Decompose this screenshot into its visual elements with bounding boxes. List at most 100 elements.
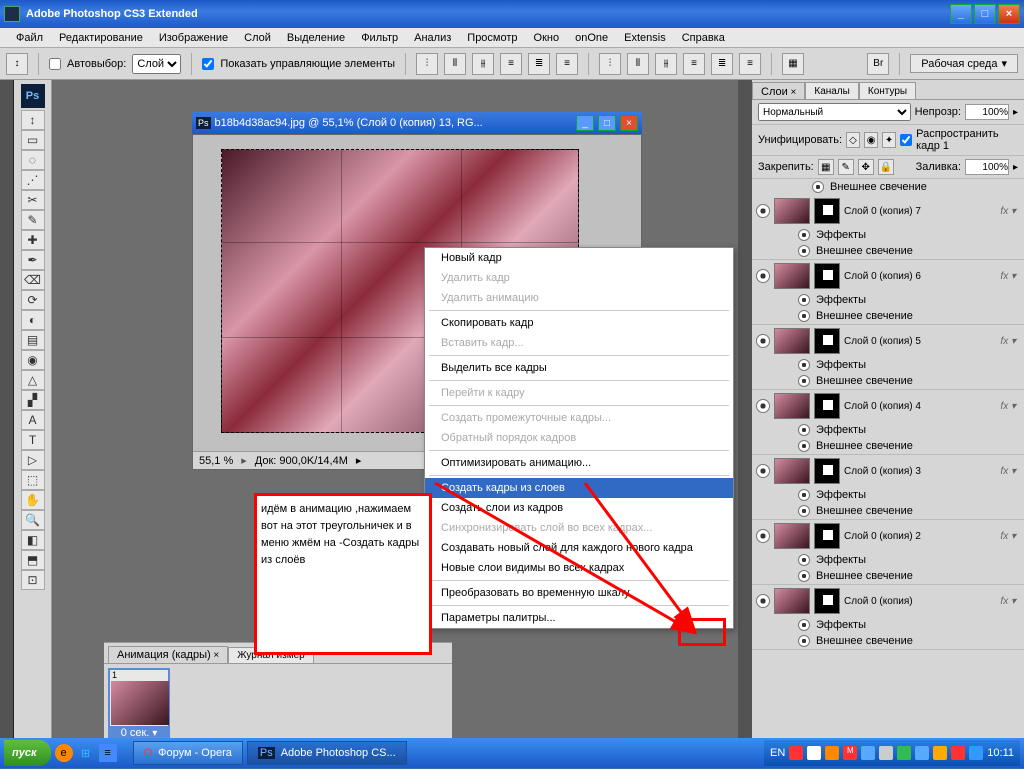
align-icon[interactable]: ≡: [500, 53, 522, 75]
fx-indicator[interactable]: fx ▾: [1000, 401, 1020, 412]
blend-mode-select[interactable]: Нормальный: [758, 103, 911, 121]
tool-button[interactable]: A: [21, 410, 45, 430]
bridge-icon[interactable]: Br: [867, 53, 889, 75]
tray-icon[interactable]: [825, 746, 839, 760]
menu-item[interactable]: Преобразовать во временную шкалу: [425, 583, 733, 603]
tool-button[interactable]: ◧: [21, 530, 45, 550]
visibility-toggle[interactable]: [798, 229, 810, 241]
animation-frame[interactable]: 1 0 сек. ▾: [108, 668, 170, 742]
align-icon[interactable]: ≣: [528, 53, 550, 75]
tool-button[interactable]: △: [21, 370, 45, 390]
tab-layers[interactable]: Слои ×: [752, 82, 805, 99]
visibility-toggle[interactable]: [798, 554, 810, 566]
tool-button[interactable]: ✎: [21, 210, 45, 230]
visibility-toggle[interactable]: [798, 294, 810, 306]
tool-button[interactable]: ◉: [21, 350, 45, 370]
visibility-toggle[interactable]: [756, 334, 770, 348]
quick-launch-icon[interactable]: ≡: [99, 744, 117, 762]
unify-pos-icon[interactable]: ◇: [846, 132, 860, 148]
tray-icon[interactable]: [879, 746, 893, 760]
menu-item[interactable]: onOne: [567, 30, 616, 46]
show-controls-checkbox[interactable]: [202, 58, 214, 70]
lock-pos-icon[interactable]: ✥: [858, 159, 874, 175]
menu-item[interactable]: Просмотр: [459, 30, 525, 46]
tool-button[interactable]: ⬒: [21, 550, 45, 570]
visibility-toggle[interactable]: [798, 424, 810, 436]
tray-icon[interactable]: [933, 746, 947, 760]
menu-item[interactable]: Окно: [526, 30, 568, 46]
auto-align-icon[interactable]: ▦: [782, 53, 804, 75]
tray-icon[interactable]: M: [843, 746, 857, 760]
auto-select-checkbox[interactable]: [49, 58, 61, 70]
distribute-icon[interactable]: ⫴: [627, 53, 649, 75]
tool-button[interactable]: ⬚: [21, 470, 45, 490]
visibility-toggle[interactable]: [798, 505, 810, 517]
distribute-icon[interactable]: ≣: [711, 53, 733, 75]
tool-button[interactable]: ▷: [21, 450, 45, 470]
doc-titlebar[interactable]: Ps b18b4d38ac94.jpg @ 55,1% (Слой 0 (коп…: [192, 112, 642, 134]
align-icon[interactable]: ⫵: [472, 53, 494, 75]
minimize-button[interactable]: _: [950, 4, 972, 24]
menu-item[interactable]: Выделить все кадры: [425, 358, 733, 378]
menu-item[interactable]: Создавать новый слой для каждого нового …: [425, 538, 733, 558]
move-tool-icon[interactable]: ↕: [6, 53, 28, 75]
visibility-toggle[interactable]: [798, 310, 810, 322]
tool-button[interactable]: ⊡: [21, 570, 45, 590]
propagate-checkbox[interactable]: [900, 134, 912, 146]
menu-item[interactable]: Оптимизировать анимацию...: [425, 453, 733, 473]
tray-icon[interactable]: [951, 746, 965, 760]
lock-pixels-icon[interactable]: ▦: [818, 159, 834, 175]
unify-vis-icon[interactable]: ◉: [864, 132, 878, 148]
menu-item[interactable]: Изображение: [151, 30, 236, 46]
visibility-toggle[interactable]: [798, 440, 810, 452]
zoom-level[interactable]: 55,1 %: [199, 455, 233, 467]
menu-item[interactable]: Создать слои из кадров: [425, 498, 733, 518]
menu-item[interactable]: Анализ: [406, 30, 459, 46]
tool-button[interactable]: ↕: [21, 110, 45, 130]
fx-indicator[interactable]: fx ▾: [1000, 206, 1020, 217]
visibility-toggle[interactable]: [756, 204, 770, 218]
tray-icon[interactable]: [915, 746, 929, 760]
visibility-toggle[interactable]: [756, 269, 770, 283]
tool-button[interactable]: T: [21, 430, 45, 450]
tray-icon[interactable]: [807, 746, 821, 760]
tool-button[interactable]: ◌: [21, 150, 45, 170]
menu-item[interactable]: Extensis: [616, 30, 674, 46]
distribute-icon[interactable]: ⫶: [599, 53, 621, 75]
layer-row[interactable]: Слой 0 (копия) 4 fx ▾: [752, 390, 1024, 422]
tool-button[interactable]: ✚: [21, 230, 45, 250]
tray-icon[interactable]: [969, 746, 983, 760]
tab-paths[interactable]: Контуры: [859, 82, 916, 99]
menu-item[interactable]: Фильтр: [353, 30, 406, 46]
layer-row[interactable]: Слой 0 (копия) 3 fx ▾: [752, 455, 1024, 487]
visibility-toggle[interactable]: [798, 635, 810, 647]
visibility-toggle[interactable]: [798, 489, 810, 501]
menu-item[interactable]: Выделение: [279, 30, 353, 46]
layer-row[interactable]: Слой 0 (копия) 6 fx ▾: [752, 260, 1024, 292]
fill-input[interactable]: [965, 159, 1009, 175]
tool-button[interactable]: ⌫: [21, 270, 45, 290]
menu-item[interactable]: Редактирование: [51, 30, 151, 46]
lang-indicator[interactable]: EN: [770, 747, 785, 759]
menu-item[interactable]: Новый кадр: [425, 248, 733, 268]
quick-launch-icon[interactable]: ⊞: [77, 744, 95, 762]
task-button[interactable]: OФорум - Opera: [133, 741, 243, 765]
tab-animation[interactable]: Анимация (кадры) ×: [108, 646, 228, 663]
tool-button[interactable]: ◐: [21, 310, 45, 330]
layer-row[interactable]: Слой 0 (копия) 2 fx ▾: [752, 520, 1024, 552]
tab-channels[interactable]: Каналы: [805, 82, 859, 99]
fx-indicator[interactable]: fx ▾: [1000, 531, 1020, 542]
layer-row[interactable]: Слой 0 (копия) fx ▾: [752, 585, 1024, 617]
visibility-toggle[interactable]: [798, 570, 810, 582]
distribute-icon[interactable]: ⫵: [655, 53, 677, 75]
visibility-toggle[interactable]: [812, 181, 824, 193]
tool-button[interactable]: ⟳: [21, 290, 45, 310]
menu-item[interactable]: Файл: [8, 30, 51, 46]
visibility-toggle[interactable]: [756, 529, 770, 543]
menu-item[interactable]: Слой: [236, 30, 279, 46]
visibility-toggle[interactable]: [798, 245, 810, 257]
distribute-icon[interactable]: ≡: [683, 53, 705, 75]
tool-button[interactable]: ⋰: [21, 170, 45, 190]
maximize-button[interactable]: □: [974, 4, 996, 24]
doc-close-button[interactable]: ×: [620, 115, 638, 131]
